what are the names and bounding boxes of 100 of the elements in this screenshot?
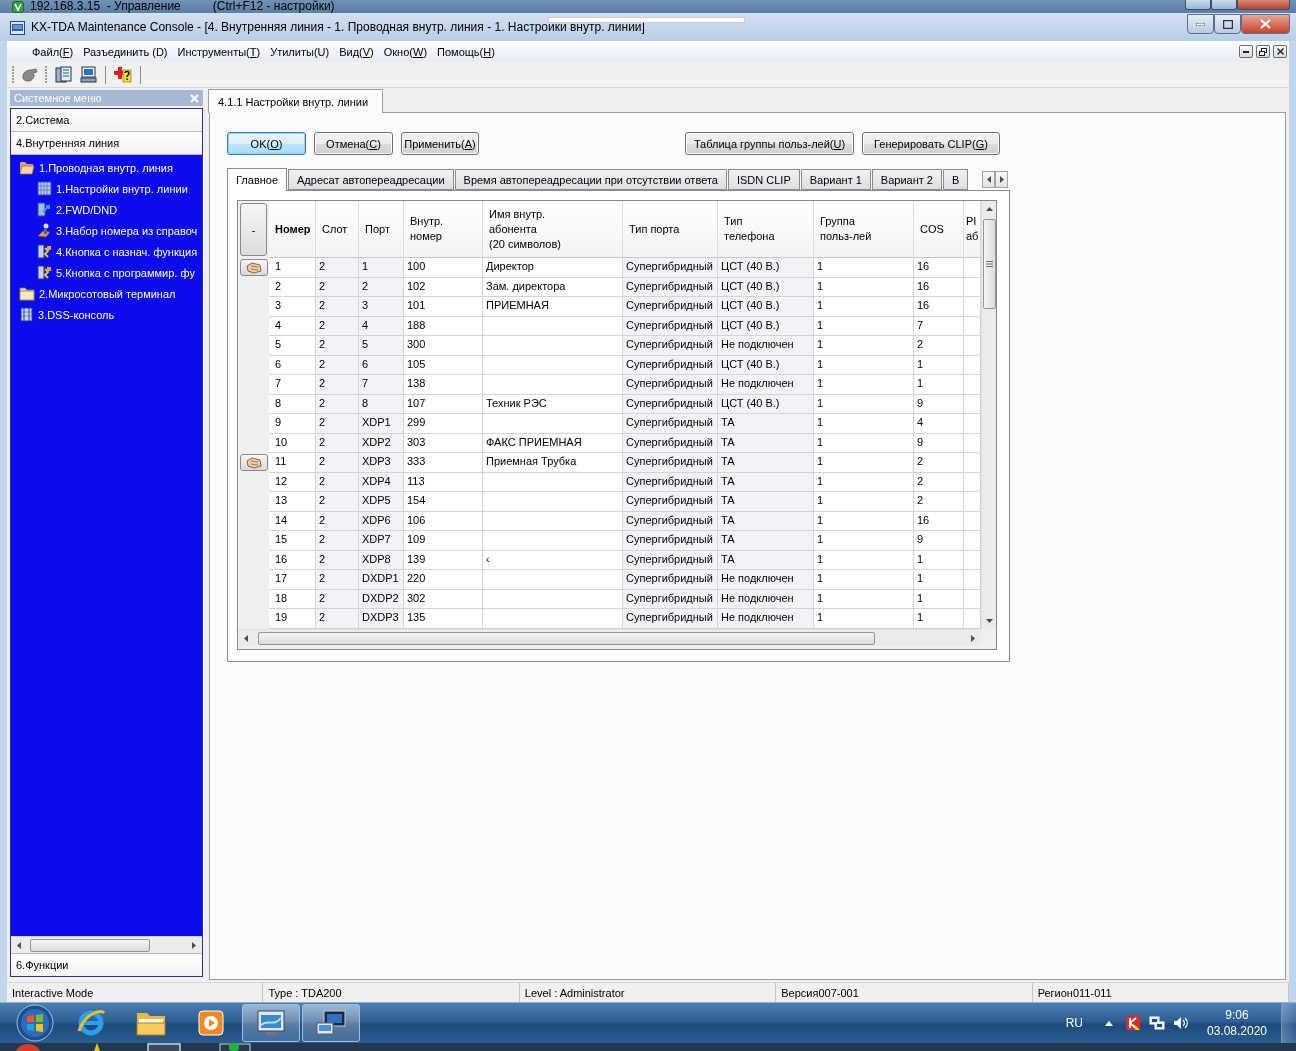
cabinet-icon[interactable]	[54, 66, 72, 83]
column-header[interactable]: COS	[914, 201, 964, 258]
section-header[interactable]: 4.Внутренняя линия	[11, 132, 202, 155]
table-cell[interactable]: 154	[404, 492, 483, 512]
table-cell[interactable]: 102	[404, 277, 483, 297]
table-cell[interactable]: 300	[404, 336, 483, 356]
scrollbar-thumb[interactable]	[258, 631, 875, 645]
table-cell[interactable]: 16	[914, 277, 964, 297]
table-cell[interactable]: 1	[814, 531, 914, 551]
tab[interactable]: Главное	[227, 168, 288, 191]
scrollbar-thumb[interactable]	[983, 219, 996, 309]
scrollbar-thumb[interactable]	[30, 938, 150, 952]
table-cell[interactable]	[483, 589, 623, 609]
table-cell[interactable]: 1	[814, 453, 914, 473]
tab[interactable]: Вариант 2	[871, 169, 942, 190]
column-header[interactable]: Тип телефона	[718, 201, 814, 258]
table-cell[interactable]: 2	[914, 336, 964, 356]
table-cell[interactable]: 9	[914, 433, 964, 453]
menu-item[interactable]: Файл(F)	[29, 43, 77, 60]
tab-scroll-right-button[interactable]	[995, 171, 1008, 188]
row-button[interactable]	[239, 259, 268, 277]
table-cell[interactable]: 1	[814, 336, 914, 356]
table-cell[interactable]: 100	[404, 258, 483, 278]
tab-scroll-left-button[interactable]	[982, 171, 995, 188]
form-button[interactable]: Генерировать CLIP(G)	[862, 132, 1000, 155]
table-cell[interactable]: 303	[404, 433, 483, 453]
table-cell[interactable]: Техник РЭС	[483, 394, 623, 414]
table-cell[interactable]: 109	[404, 531, 483, 551]
menu-item[interactable]: Инструменты(T)	[174, 43, 264, 60]
table-cell[interactable]: 1	[814, 492, 914, 512]
tab[interactable]: Вариант 1	[800, 169, 871, 190]
form-button[interactable]: Применить(A)	[401, 132, 479, 155]
help-icon[interactable]	[114, 66, 132, 83]
row-button[interactable]	[239, 454, 268, 472]
clock-time[interactable]: 9:06	[1225, 1008, 1249, 1022]
table-cell[interactable]: 113	[404, 472, 483, 492]
table-cell[interactable]: 139	[404, 550, 483, 570]
table-cell[interactable]: 105	[404, 355, 483, 375]
table-cell[interactable]: Директор	[483, 258, 623, 278]
tree-item[interactable]: 1.Проводная внутр. линия	[39, 161, 173, 174]
show-desktop-button[interactable]	[1281, 1002, 1296, 1044]
table-cell[interactable]: 16	[914, 511, 964, 531]
table-cell[interactable]: 135	[404, 609, 483, 629]
table-cell[interactable]	[483, 472, 623, 492]
column-header[interactable]: Номер	[269, 201, 316, 258]
network-icon[interactable]	[1149, 1015, 1165, 1031]
table-cell[interactable]	[483, 414, 623, 434]
menu-item[interactable]: Вид(V)	[336, 43, 377, 60]
table-cell[interactable]: 302	[404, 589, 483, 609]
table-cell[interactable]: 1	[914, 589, 964, 609]
menu-item[interactable]: Окно(W)	[380, 43, 431, 60]
column-header[interactable]: Внутр. номер	[404, 201, 483, 258]
column-header[interactable]: Имя внутр. абонента (20 символов)	[483, 201, 623, 258]
corner-button[interactable]: -	[240, 203, 267, 256]
table-cell[interactable]: 1	[814, 472, 914, 492]
table-cell[interactable]: 2	[914, 492, 964, 512]
table-cell[interactable]: 1	[814, 550, 914, 570]
table-cell[interactable]: ‹	[483, 550, 623, 570]
table-cell[interactable]: 1	[814, 277, 914, 297]
table-cell[interactable]	[483, 570, 623, 590]
monitor-icon[interactable]	[79, 66, 97, 83]
tab[interactable]: В	[942, 169, 969, 190]
table-cell[interactable]: ФАКС ПРИЕМНАЯ	[483, 433, 623, 453]
tree-item[interactable]: 5.Кнопка с программир. фу	[56, 266, 195, 279]
table-cell[interactable]: Приемная Трубка	[483, 453, 623, 473]
table-cell[interactable]: 9	[914, 531, 964, 551]
table-cell[interactable]: 107	[404, 394, 483, 414]
table-cell[interactable]: 1	[914, 375, 964, 395]
table-cell[interactable]: 7	[914, 316, 964, 336]
table-cell[interactable]: 1	[814, 433, 914, 453]
taskbar-button[interactable]	[302, 1004, 360, 1042]
table-cell[interactable]: 9	[914, 394, 964, 414]
table-cell[interactable]	[483, 375, 623, 395]
table-cell[interactable]: 1	[814, 355, 914, 375]
table-cell[interactable]	[483, 316, 623, 336]
table-cell[interactable]: 1	[814, 316, 914, 336]
menu-item[interactable]: Помощь(H)	[434, 43, 498, 60]
table-cell[interactable]: 220	[404, 570, 483, 590]
up-triangle-icon[interactable]	[1105, 1020, 1113, 1026]
table-cell[interactable]: 101	[404, 297, 483, 317]
maximize-button[interactable]	[1211, 0, 1237, 10]
horizontal-scrollbar[interactable]	[238, 629, 981, 646]
section-header[interactable]: 6.Функции	[11, 953, 202, 976]
table-cell[interactable]: 1	[814, 589, 914, 609]
table-cell[interactable]: Зам. директора	[483, 277, 623, 297]
tray-app-icon[interactable]	[1125, 1015, 1141, 1031]
table-cell[interactable]	[483, 355, 623, 375]
tab[interactable]: Адресат автопереадресации	[288, 169, 454, 190]
table-cell[interactable]	[483, 609, 623, 629]
hand-icon[interactable]	[21, 66, 39, 83]
tab[interactable]: Время автопереадресации при отсутствии ответа	[454, 169, 727, 190]
table-cell[interactable]: 1	[814, 414, 914, 434]
table-cell[interactable]: ПРИЕМНАЯ	[483, 297, 623, 317]
table-cell[interactable]: 1	[814, 511, 914, 531]
table-cell[interactable]: 4	[914, 414, 964, 434]
vertical-scrollbar[interactable]	[981, 201, 996, 629]
table-cell[interactable]: 299	[404, 414, 483, 434]
tree-item[interactable]: 4.Кнопка с назнач. функция	[56, 245, 198, 258]
table-cell[interactable]	[483, 492, 623, 512]
tab[interactable]: ISDN CLIP	[727, 169, 800, 190]
